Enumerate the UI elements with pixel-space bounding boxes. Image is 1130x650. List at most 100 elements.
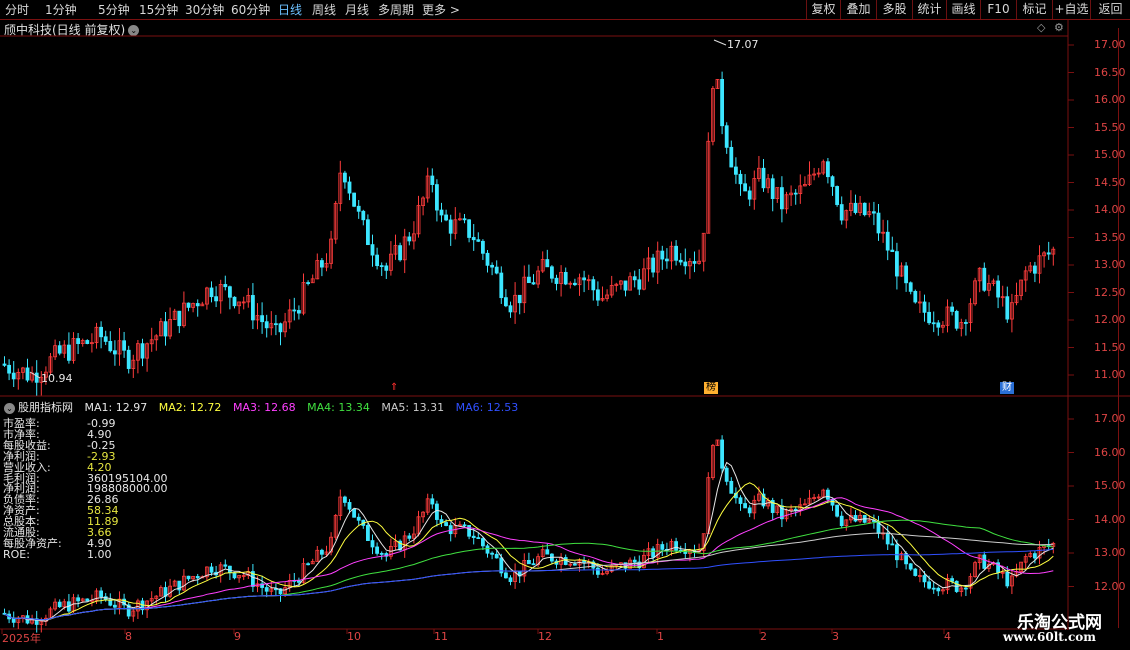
mini-candle-body [853, 515, 858, 522]
candle-body [444, 214, 449, 221]
candle-body [264, 321, 269, 329]
candle-body [729, 146, 734, 168]
mini-candle-body [743, 503, 747, 509]
mini-candle-body [490, 552, 495, 555]
time-tick: 12 [538, 630, 552, 643]
candle-body [273, 323, 278, 326]
candle-body [573, 282, 577, 286]
candle-body [853, 202, 858, 213]
watermark-url: www.60lt.com [1003, 630, 1096, 644]
mini-candle-body [793, 508, 798, 511]
candle-body [895, 251, 899, 277]
candle-body [885, 231, 890, 251]
mini-candle-body [462, 524, 467, 527]
time-tick: 11 [434, 630, 448, 643]
candle-body [517, 294, 522, 304]
candle-body [375, 254, 380, 267]
candle-body [738, 173, 743, 185]
candle-body [826, 161, 830, 178]
candle-body [890, 249, 895, 252]
chevron-down-icon[interactable]: ⌄ [4, 402, 15, 414]
candle-body [177, 310, 182, 327]
candle-body [76, 338, 80, 345]
mini-candle-body [826, 489, 830, 500]
mini-candle-body [444, 522, 449, 526]
mini-candle-body [830, 498, 835, 506]
mini-candle-body [895, 544, 899, 561]
candle-body [292, 309, 297, 312]
candle-body [140, 343, 145, 359]
candle-body [550, 266, 554, 279]
candle-body [7, 364, 11, 374]
candle-body [743, 183, 747, 192]
event-marker-rank[interactable]: 榜 [704, 382, 718, 394]
mini-candle-body [99, 590, 103, 598]
mini-candle-body [480, 538, 485, 547]
mini-candle-body [11, 618, 16, 623]
candle-body [195, 303, 200, 307]
mini-candle-body [113, 604, 117, 608]
candle-body [503, 297, 508, 307]
mini-candle-body [430, 498, 435, 505]
candle-body [508, 305, 513, 313]
candle-body [99, 326, 103, 338]
event-marker-finance[interactable]: 财 [1000, 382, 1014, 394]
candle-body [931, 322, 936, 325]
candle-body [734, 166, 738, 175]
candle-body [398, 245, 403, 261]
mini-candle-body [508, 577, 513, 582]
mini-candle-body [352, 508, 357, 518]
candlestick-chart[interactable] [0, 0, 1130, 650]
candle-body [365, 219, 370, 246]
mini-candle-body [494, 553, 499, 559]
candle-body [720, 79, 724, 127]
candle-body [862, 202, 867, 216]
indicator-name[interactable]: 股朋指标网 [18, 401, 73, 414]
candle-body [480, 240, 485, 254]
candle-body [476, 239, 481, 242]
mini-candle-body [186, 575, 191, 580]
mini-candle-body [545, 549, 550, 555]
candle-body [214, 296, 219, 302]
candle-body [770, 178, 775, 199]
time-tick: 10 [347, 630, 361, 643]
mini-candle-body [306, 563, 311, 566]
candle-body [342, 172, 347, 183]
mini-candle-body [195, 576, 200, 579]
candle-body [306, 282, 311, 284]
mini-candle-body [964, 587, 968, 590]
candle-body [2, 363, 7, 366]
high-price-label: 17.07 [727, 38, 759, 51]
candle-body [683, 261, 688, 267]
mini-candle-body [632, 559, 637, 563]
candle-body [780, 187, 784, 210]
candle-body [485, 252, 490, 266]
candle-body [835, 186, 839, 205]
candle-body [632, 276, 637, 281]
mini-candle-body [76, 597, 80, 602]
candle-body [370, 244, 375, 256]
mini-candle-body [724, 467, 729, 482]
candle-body [25, 367, 30, 381]
candle-body [876, 212, 881, 234]
candle-body [637, 279, 642, 290]
candle-body [936, 322, 941, 328]
financial-label: 营业收入: [3, 460, 51, 474]
candle-body [352, 192, 357, 207]
candle-body [232, 296, 237, 307]
mini-candle-body [485, 545, 490, 554]
event-marker[interactable]: ⇑ [388, 382, 400, 394]
mini-candle-body [747, 507, 752, 514]
mini-candle-body [439, 519, 444, 523]
candle-body [379, 265, 384, 268]
candle-body [260, 315, 265, 323]
candle-body [499, 272, 504, 299]
mini-candle-body [885, 532, 890, 545]
candle-body [223, 284, 228, 288]
candle-body [471, 237, 476, 241]
time-tick: 4 [944, 630, 951, 643]
financial-value: 4.20 [87, 460, 112, 474]
candle-body [103, 336, 108, 342]
mini-candle-body [375, 546, 380, 554]
ma2-value: MA2: 12.72 [158, 401, 222, 414]
